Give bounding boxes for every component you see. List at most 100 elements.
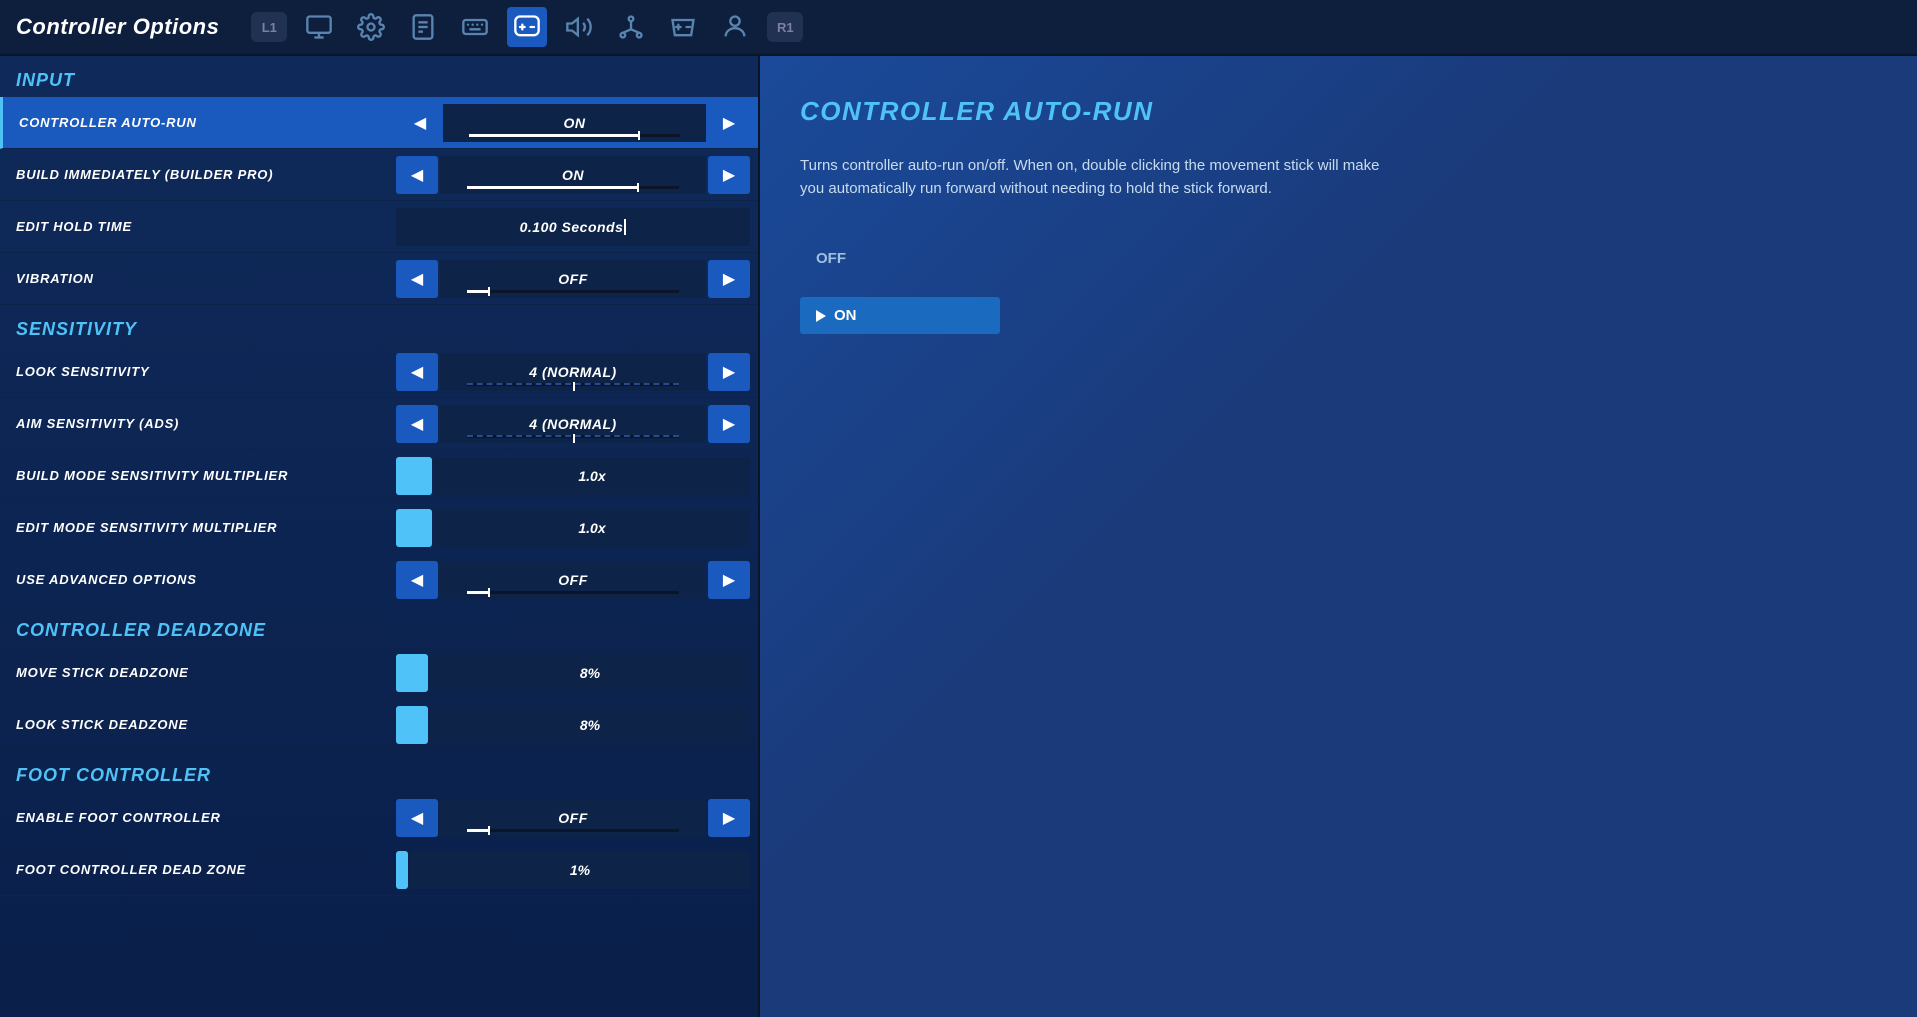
edit-mode-sensitivity-row[interactable]: EDIT MODE SENSITIVITY MULTIPLIER 1.0x: [0, 502, 758, 554]
edit-hold-time-row[interactable]: EDIT HOLD TIME 0.100 Seconds: [0, 201, 758, 253]
edit-mode-sensitivity-thumb: [396, 509, 432, 547]
controller-icon-active[interactable]: [507, 7, 547, 47]
build-mode-sensitivity-label: BUILD MODE SENSITIVITY MULTIPLIER: [16, 468, 396, 483]
look-stick-deadzone-row[interactable]: LOOK STICK DEADZONE 8%: [0, 699, 758, 751]
look-sensitivity-label: LOOK SENSITIVITY: [16, 364, 396, 379]
detail-title: CONTROLLER AUTO-RUN: [800, 96, 1877, 127]
controller-auto-run-control: ◀ ON ▶: [399, 104, 750, 142]
enable-foot-controller-row[interactable]: ENABLE FOOT CONTROLLER ◀ OFF ▶: [0, 792, 758, 844]
section-foot-controller-header: FOOT CONTROLLER: [0, 751, 758, 792]
look-sensitivity-value: 4 (NORMAL): [440, 353, 706, 391]
edit-hold-time-text: 0.100 Seconds: [520, 219, 624, 235]
controller-auto-run-left[interactable]: ◀: [399, 104, 441, 142]
option-off[interactable]: OFF: [800, 240, 1000, 277]
l1-badge[interactable]: L1: [251, 12, 287, 42]
controller-auto-run-slider: [469, 134, 679, 137]
move-stick-deadzone-slider-container: 8%: [396, 654, 750, 692]
app-title: Controller Options: [16, 14, 219, 40]
vibration-row[interactable]: VIBRATION ◀ OFF ▶: [0, 253, 758, 305]
use-advanced-options-right[interactable]: ▶: [708, 561, 750, 599]
foot-controller-dead-zone-control: 1%: [396, 851, 750, 889]
option-on-bullet: [816, 310, 826, 322]
build-immediately-right[interactable]: ▶: [708, 156, 750, 194]
use-advanced-options-slider: [467, 591, 680, 594]
section-deadzone-header: CONTROLLER DEADZONE: [0, 606, 758, 647]
main-container: INPUT CONTROLLER AUTO-RUN ◀ ON ▶ BUILD I…: [0, 56, 1917, 1017]
enable-foot-controller-label: ENABLE FOOT CONTROLLER: [16, 810, 396, 825]
document-icon[interactable]: [403, 7, 443, 47]
vibration-left[interactable]: ◀: [396, 260, 438, 298]
edit-mode-sensitivity-slider-container: 1.0x: [396, 509, 750, 547]
build-immediately-control: ◀ ON ▶: [396, 156, 750, 194]
build-mode-sensitivity-control: 1.0x: [396, 457, 750, 495]
look-sensitivity-slider: [467, 383, 680, 386]
move-stick-deadzone-row[interactable]: MOVE STICK DEADZONE 8%: [0, 647, 758, 699]
foot-controller-dead-zone-text: 1%: [570, 862, 590, 878]
top-bar: Controller Options L1 R1: [0, 0, 1917, 56]
controller-auto-run-text: ON: [564, 115, 586, 131]
enable-foot-controller-right[interactable]: ▶: [708, 799, 750, 837]
aim-sensitivity-right[interactable]: ▶: [708, 405, 750, 443]
use-advanced-options-left[interactable]: ◀: [396, 561, 438, 599]
person-icon[interactable]: [715, 7, 755, 47]
build-immediately-left[interactable]: ◀: [396, 156, 438, 194]
vibration-label: VIBRATION: [16, 271, 396, 286]
monitor-icon[interactable]: [299, 7, 339, 47]
use-advanced-options-value: OFF: [440, 561, 706, 599]
gamepad2-icon[interactable]: [663, 7, 703, 47]
move-stick-deadzone-control: 8%: [396, 654, 750, 692]
look-sensitivity-left[interactable]: ◀: [396, 353, 438, 391]
vibration-text: OFF: [558, 271, 588, 287]
foot-controller-dead-zone-row[interactable]: FOOT CONTROLLER DEAD ZONE 1%: [0, 844, 758, 896]
edit-hold-time-label: EDIT HOLD TIME: [16, 219, 396, 234]
build-mode-sensitivity-value: 1.0x: [434, 457, 750, 495]
edit-mode-sensitivity-value: 1.0x: [434, 509, 750, 547]
look-stick-deadzone-value: 8%: [430, 706, 750, 744]
build-immediately-row[interactable]: BUILD IMMEDIATELY (BUILDER PRO) ◀ ON ▶: [0, 149, 758, 201]
use-advanced-options-control: ◀ OFF ▶: [396, 561, 750, 599]
look-sensitivity-row[interactable]: LOOK SENSITIVITY ◀ 4 (NORMAL) ▶: [0, 346, 758, 398]
vibration-value: OFF: [440, 260, 706, 298]
cursor: [624, 219, 626, 235]
speaker-icon[interactable]: [559, 7, 599, 47]
aim-sensitivity-left[interactable]: ◀: [396, 405, 438, 443]
build-mode-sensitivity-text: 1.0x: [578, 468, 605, 484]
section-input-header: INPUT: [0, 56, 758, 97]
gear-icon[interactable]: [351, 7, 391, 47]
foot-controller-dead-zone-value: 1%: [410, 851, 750, 889]
look-sensitivity-text: 4 (NORMAL): [529, 364, 616, 380]
enable-foot-controller-text: OFF: [558, 810, 588, 826]
aim-sensitivity-row[interactable]: AIM SENSITIVITY (ADS) ◀ 4 (NORMAL) ▶: [0, 398, 758, 450]
edit-hold-time-control: 0.100 Seconds: [396, 208, 750, 246]
network-icon[interactable]: [611, 7, 651, 47]
aim-sensitivity-value: 4 (NORMAL): [440, 405, 706, 443]
left-panel: INPUT CONTROLLER AUTO-RUN ◀ ON ▶ BUILD I…: [0, 56, 760, 1017]
build-mode-sensitivity-row[interactable]: BUILD MODE SENSITIVITY MULTIPLIER 1.0x: [0, 450, 758, 502]
section-sensitivity-header: SENSITIVITY: [0, 305, 758, 346]
use-advanced-options-label: USE ADVANCED OPTIONS: [16, 572, 396, 587]
enable-foot-controller-control: ◀ OFF ▶: [396, 799, 750, 837]
r1-badge[interactable]: R1: [767, 12, 803, 42]
look-stick-deadzone-control: 8%: [396, 706, 750, 744]
right-panel: CONTROLLER AUTO-RUN Turns controller aut…: [760, 56, 1917, 1017]
detail-description: Turns controller auto-run on/off. When o…: [800, 155, 1400, 200]
use-advanced-options-row[interactable]: USE ADVANCED OPTIONS ◀ OFF ▶: [0, 554, 758, 606]
look-sensitivity-control: ◀ 4 (NORMAL) ▶: [396, 353, 750, 391]
foot-controller-dead-zone-slider-container: 1%: [396, 851, 750, 889]
option-on-text: ON: [834, 307, 857, 324]
enable-foot-controller-slider: [467, 829, 680, 832]
look-sensitivity-right[interactable]: ▶: [708, 353, 750, 391]
look-stick-deadzone-label: LOOK STICK DEADZONE: [16, 717, 396, 732]
edit-hold-time-value[interactable]: 0.100 Seconds: [396, 208, 750, 246]
look-stick-deadzone-slider-container: 8%: [396, 706, 750, 744]
option-on[interactable]: ON: [800, 297, 1000, 334]
build-immediately-text: ON: [562, 167, 584, 183]
vibration-right[interactable]: ▶: [708, 260, 750, 298]
vibration-slider: [467, 290, 680, 293]
controller-auto-run-row[interactable]: CONTROLLER AUTO-RUN ◀ ON ▶: [0, 97, 758, 149]
enable-foot-controller-left[interactable]: ◀: [396, 799, 438, 837]
controller-auto-run-right[interactable]: ▶: [708, 104, 750, 142]
keyboard-icon[interactable]: [455, 7, 495, 47]
enable-foot-controller-value: OFF: [440, 799, 706, 837]
look-stick-deadzone-thumb: [396, 706, 428, 744]
